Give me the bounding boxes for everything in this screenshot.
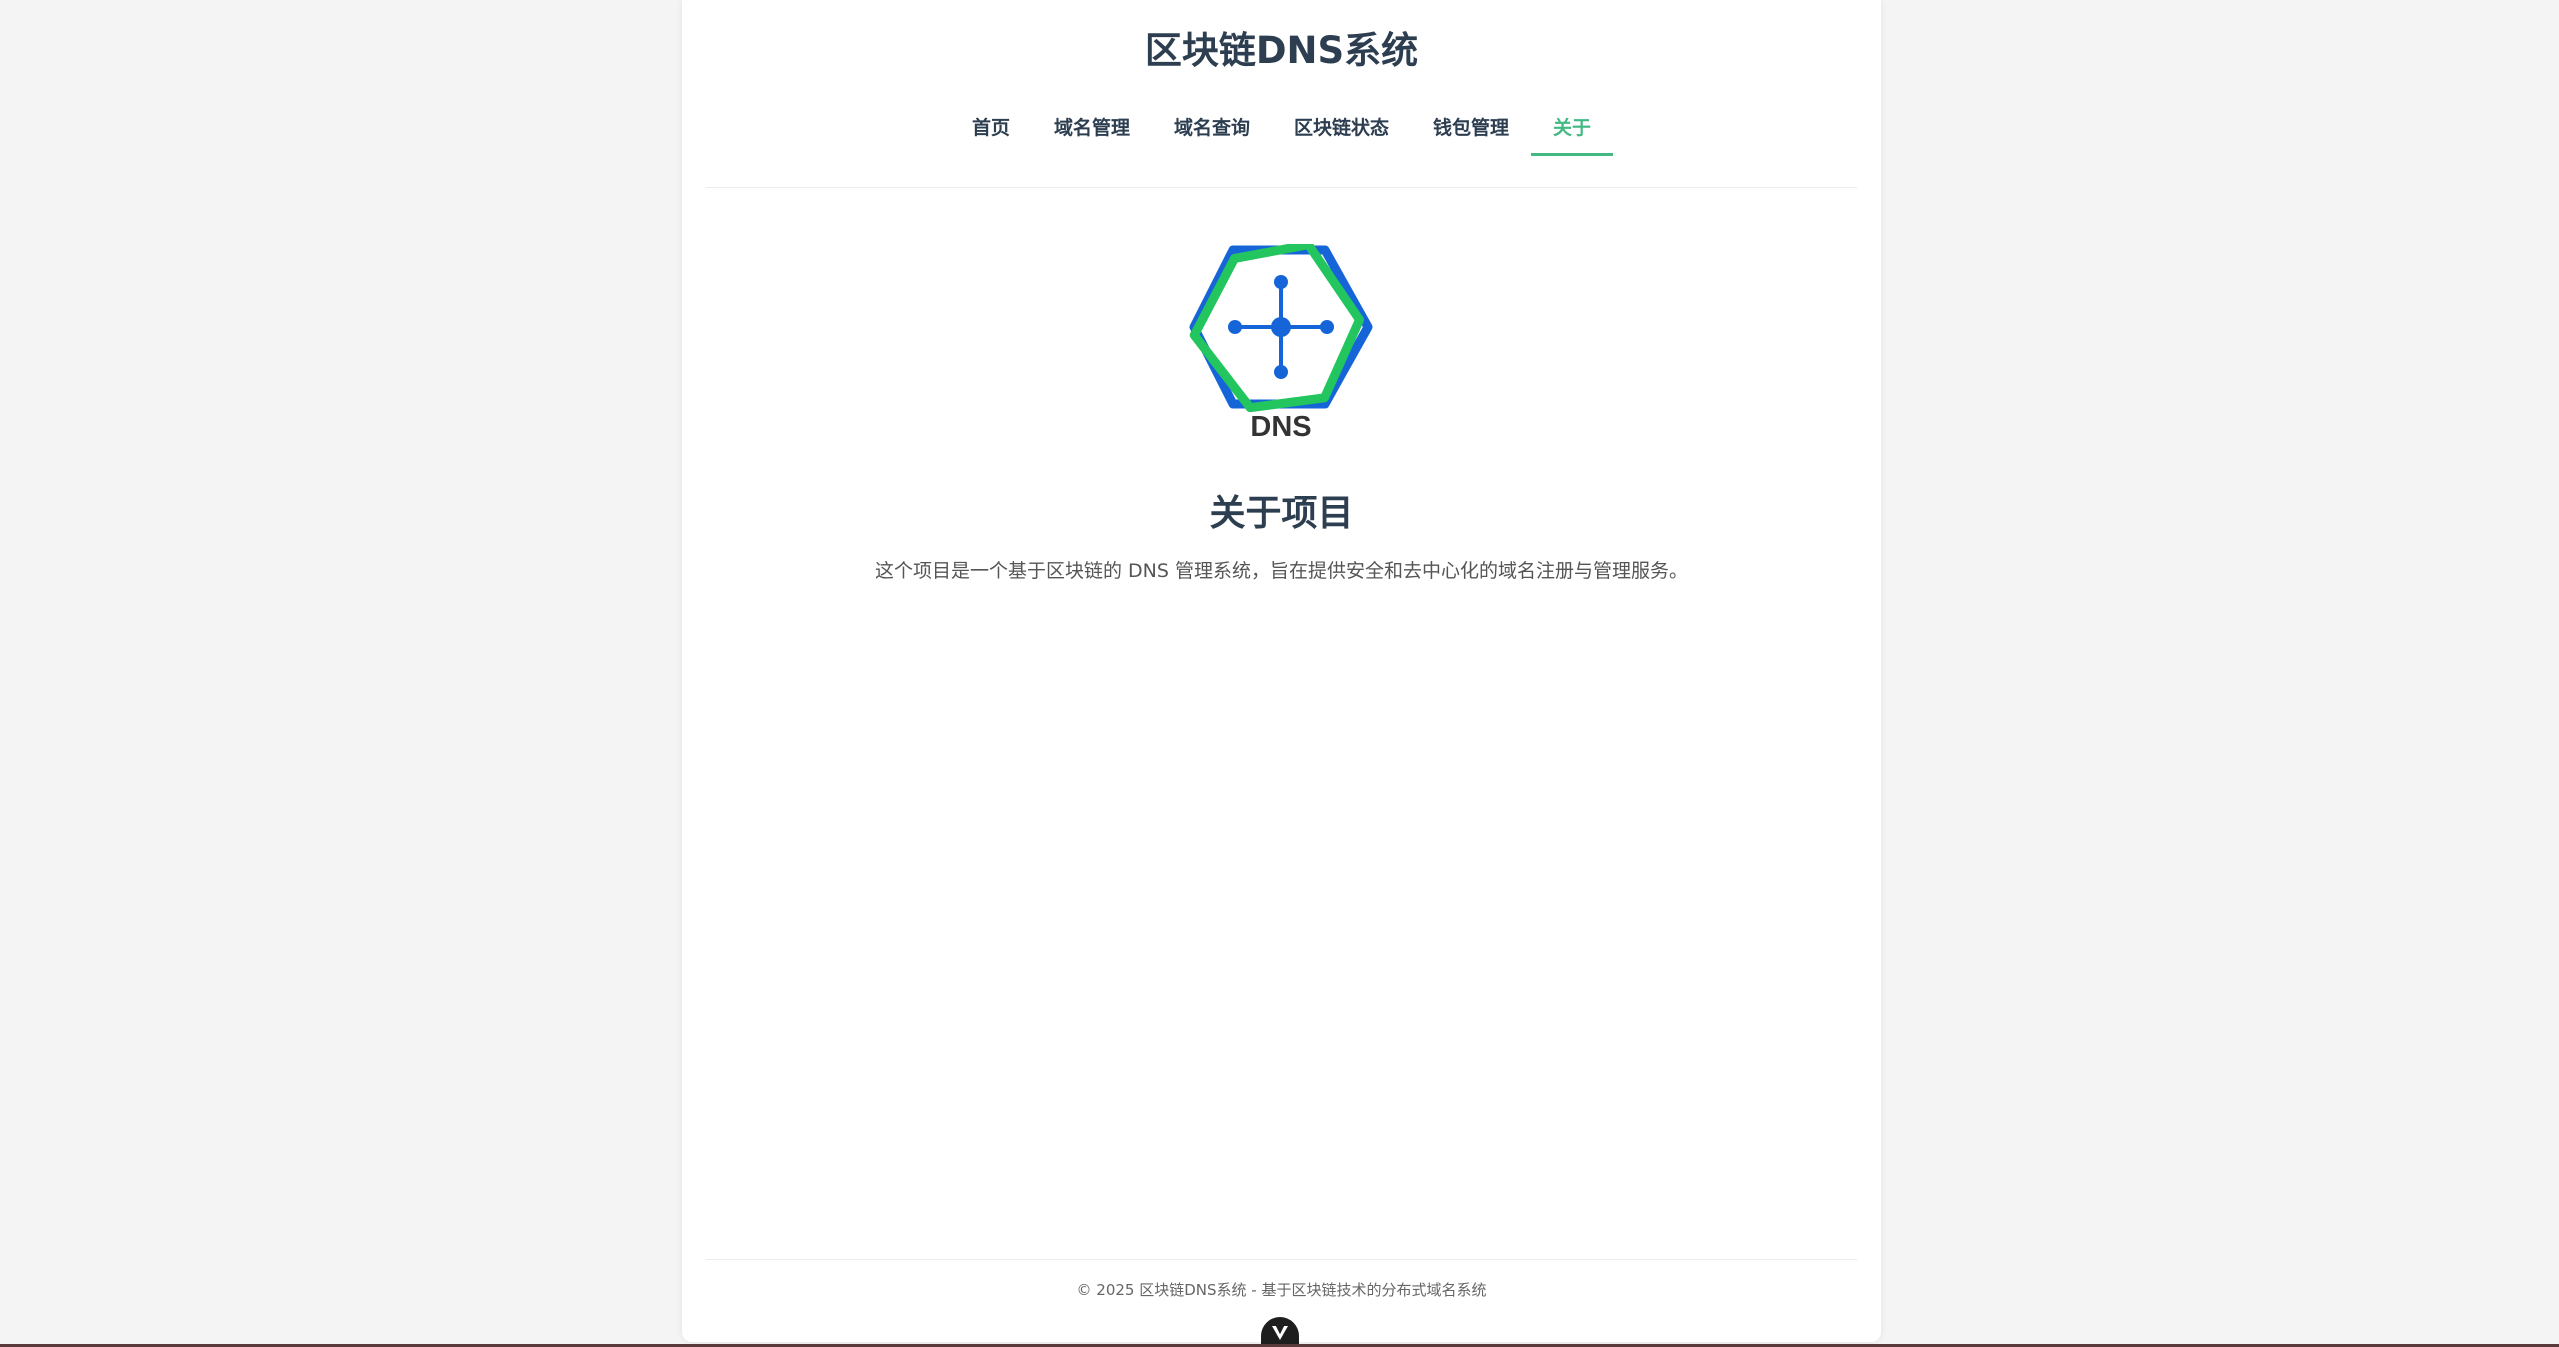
nav-item-domain-query[interactable]: 域名查询 [1152, 106, 1272, 156]
nav-item-blockchain-status[interactable]: 区块链状态 [1272, 106, 1411, 156]
nav-item-about[interactable]: 关于 [1531, 106, 1614, 156]
nav-item-domain-management[interactable]: 域名管理 [1032, 106, 1152, 156]
logo-network-node [1228, 275, 1334, 379]
nav-item-home[interactable]: 首页 [950, 106, 1032, 156]
blockchain-dns-hexagon-logo-icon: DNS [1189, 240, 1373, 443]
footer-text: © 2025 区块链DNS系统 - 基于区块链技术的分布式域名系统 [1076, 1281, 1487, 1299]
nav-item-wallet-management[interactable]: 钱包管理 [1411, 106, 1531, 156]
dns-logo: DNS [1186, 240, 1376, 444]
app-container: 区块链DNS系统 首页 域名管理 域名查询 区块链状态 钱包管理 关于 DNS … [682, 0, 1881, 1342]
project-description: 这个项目是一个基于区块链的 DNS 管理系统，旨在提供安全和去中心化的域名注册与… [875, 560, 1688, 582]
main-nav: 首页 域名管理 域名查询 区块链状态 钱包管理 关于 [682, 106, 1881, 156]
vue-devtools-toggle-button[interactable] [1261, 1317, 1299, 1347]
page-heading: 关于项目 [1209, 493, 1354, 534]
site-title: 区块链DNS系统 [1144, 29, 1419, 72]
header-divider [706, 187, 1857, 188]
footer-divider [706, 1259, 1857, 1260]
logo-text: DNS [1250, 411, 1311, 443]
vue-devtools-icon [1272, 1326, 1288, 1340]
